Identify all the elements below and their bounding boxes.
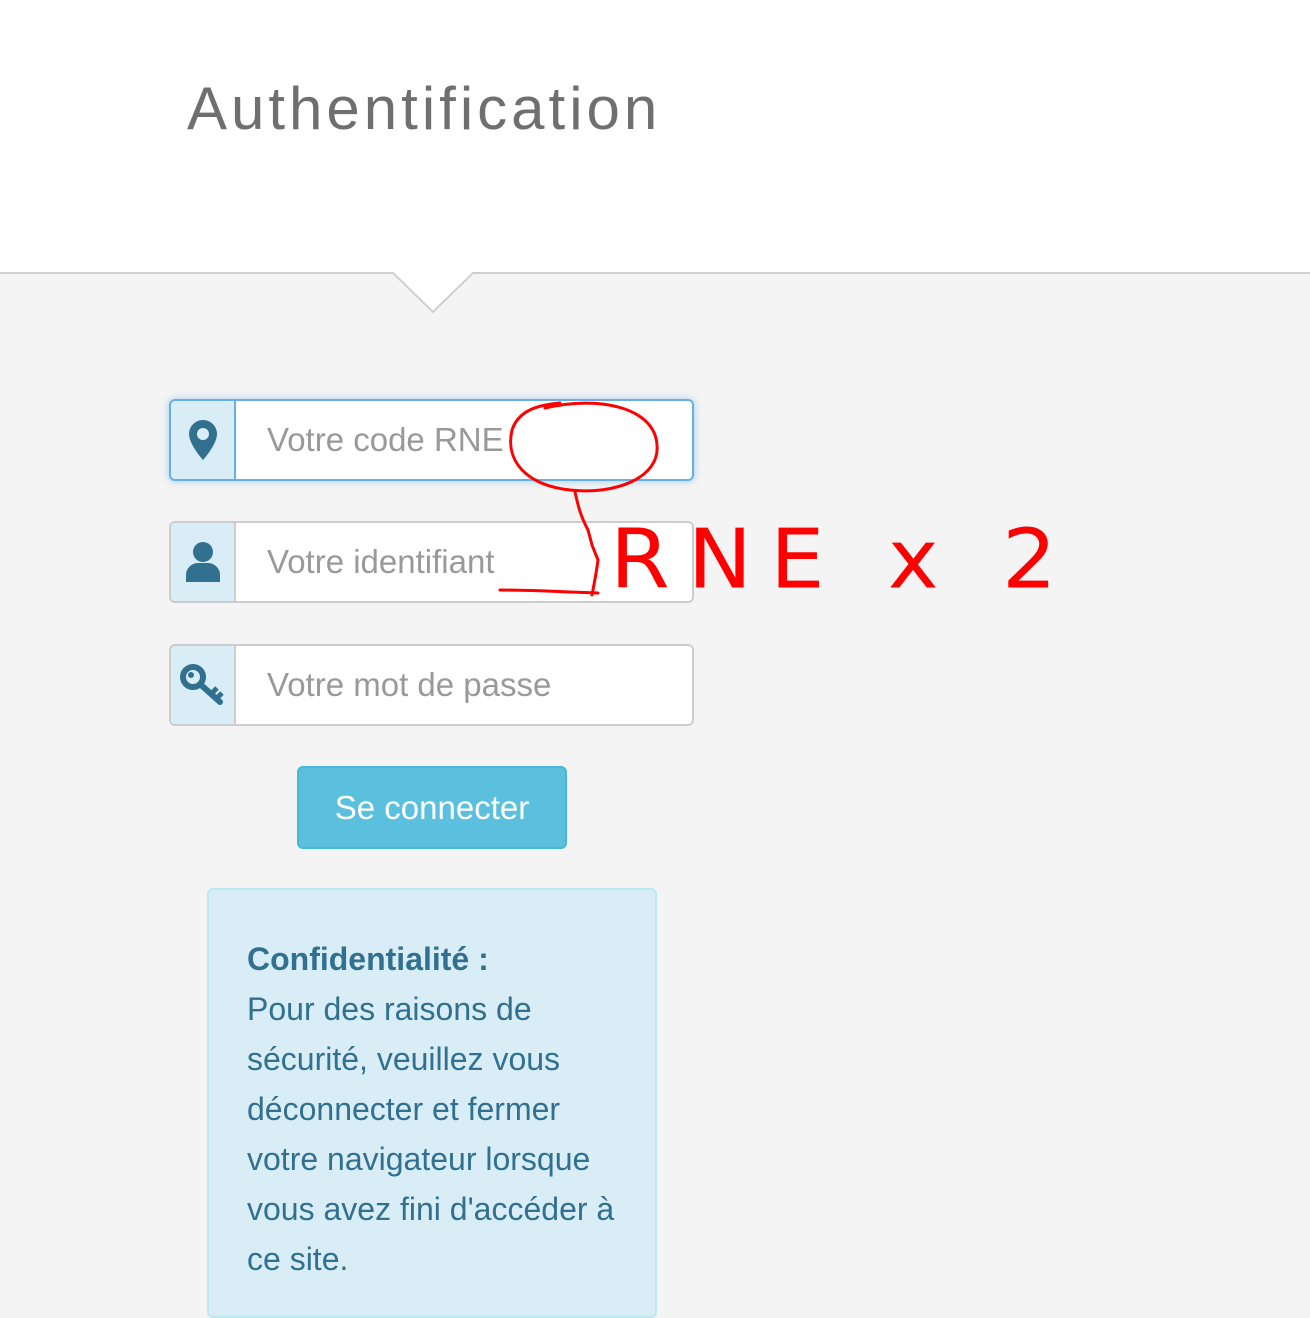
map-marker-icon <box>188 420 217 460</box>
privacy-notice-body: Pour des raisons de sécurité, veuillez v… <box>247 991 615 1277</box>
rne-addon <box>171 401 236 479</box>
user-icon <box>185 542 220 582</box>
privacy-notice-title: Confidentialité : <box>247 941 489 977</box>
identifiant-addon <box>171 523 236 601</box>
password-input[interactable] <box>236 646 692 724</box>
password-input-group <box>169 644 694 726</box>
key-icon <box>179 664 224 705</box>
login-button[interactable]: Se connecter <box>297 766 567 849</box>
page-header: Authentification <box>0 0 1310 274</box>
rne-input[interactable] <box>236 401 692 479</box>
header-notch <box>392 272 474 314</box>
privacy-notice: Confidentialité : Pour des raisons de sé… <box>207 888 657 1318</box>
page-title: Authentification <box>187 75 662 142</box>
rne-x2-annotation: RNE x 2 <box>610 512 1075 608</box>
rne-input-group <box>169 399 694 481</box>
password-addon <box>171 646 236 724</box>
